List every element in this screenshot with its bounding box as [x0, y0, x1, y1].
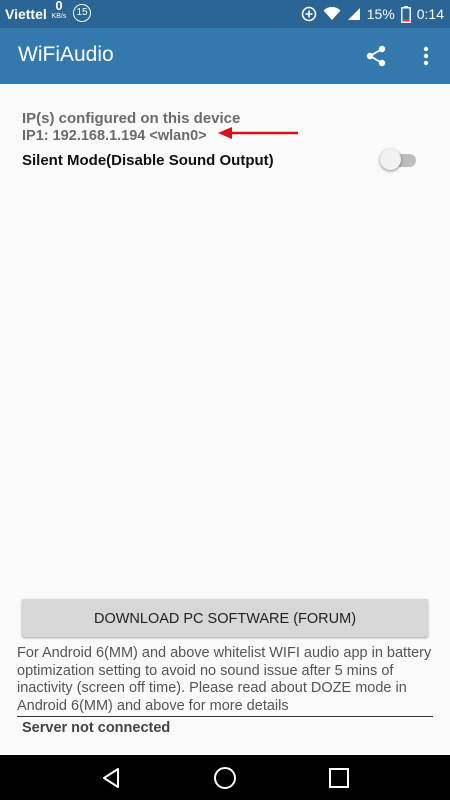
- battery-optimization-note: For Android 6(MM) and above whitelist WI…: [17, 645, 432, 714]
- network-speed: 0 KB/s: [48, 0, 70, 22]
- app-bar: WiFiAudio: [0, 28, 450, 84]
- share-icon: [366, 45, 386, 67]
- back-button[interactable]: [96, 763, 126, 793]
- carrier-name: Viettel: [5, 6, 47, 22]
- home-button[interactable]: [210, 763, 240, 793]
- status-icons: 15% 0:14: [301, 4, 444, 24]
- share-button[interactable]: [360, 40, 392, 72]
- server-status: Server not connected: [22, 720, 171, 736]
- wifi-icon: [323, 7, 341, 21]
- overflow-menu-button[interactable]: [414, 40, 438, 72]
- clock-time: 0:14: [416, 6, 444, 22]
- data-saver-icon: [301, 6, 317, 22]
- battery-icon: [400, 5, 411, 23]
- recents-icon: [329, 768, 349, 788]
- more-vert-icon: [423, 46, 429, 66]
- silent-mode-label: Silent Mode(Disable Sound Output): [22, 152, 274, 169]
- battery-percent: 15%: [366, 6, 395, 22]
- divider: [17, 716, 433, 717]
- silent-mode-toggle[interactable]: [380, 149, 418, 171]
- recents-button[interactable]: [324, 763, 354, 793]
- network-speed-value: 0: [55, 0, 63, 13]
- notification-count-badge: 15: [73, 4, 91, 22]
- home-icon: [214, 767, 236, 789]
- network-speed-unit: KB/s: [51, 13, 67, 20]
- app-title: WiFiAudio: [18, 43, 114, 66]
- download-pc-software-button[interactable]: DOWNLOAD PC SOFTWARE (FORUM): [22, 599, 428, 637]
- ip-address: IP1: 192.168.1.194 <wlan0>: [22, 128, 207, 144]
- back-icon: [103, 768, 119, 788]
- navigation-bar: [0, 755, 450, 800]
- ip-section-header: IP(s) configured on this device: [22, 110, 241, 127]
- toggle-thumb: [380, 149, 401, 170]
- status-bar: Viettel 0 KB/s 15 15% 0:14: [0, 0, 450, 28]
- signal-icon: [347, 7, 361, 21]
- red-arrow-annotation-icon: [218, 127, 298, 139]
